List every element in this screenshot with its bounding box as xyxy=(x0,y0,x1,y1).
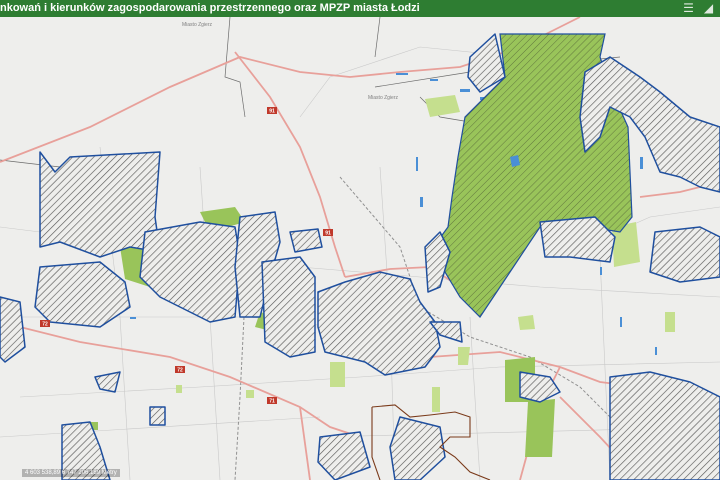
place-label: Miasto Zgierz xyxy=(182,22,213,28)
svg-text:91: 91 xyxy=(325,231,331,237)
road-shield: 72 xyxy=(40,320,50,328)
road-shield: 91 xyxy=(323,229,333,237)
planning-areas xyxy=(0,33,720,480)
coordinates-readout: 4 603 538,89 6 747 206,189 Metry xyxy=(22,469,120,477)
svg-text:72: 72 xyxy=(177,368,183,374)
app-header: nkowań i kierunków zagospodarowania prze… xyxy=(0,0,720,17)
place-label: Miasto Zgierz xyxy=(368,95,399,101)
map-view[interactable]: 91 91 72 72 71 Miasto Zgierz Miasto Zgie… xyxy=(0,17,720,480)
svg-text:71: 71 xyxy=(269,399,275,405)
svg-text:72: 72 xyxy=(42,322,48,328)
app-title: nkowań i kierunków zagospodarowania prze… xyxy=(0,2,420,14)
list-icon[interactable]: ☰ xyxy=(680,0,697,17)
road-shield: 72 xyxy=(175,366,185,374)
layers-icon[interactable]: ◢ xyxy=(700,0,717,17)
road-shield: 91 xyxy=(267,107,277,115)
road-shield: 71 xyxy=(267,397,277,405)
svg-text:91: 91 xyxy=(269,109,275,115)
